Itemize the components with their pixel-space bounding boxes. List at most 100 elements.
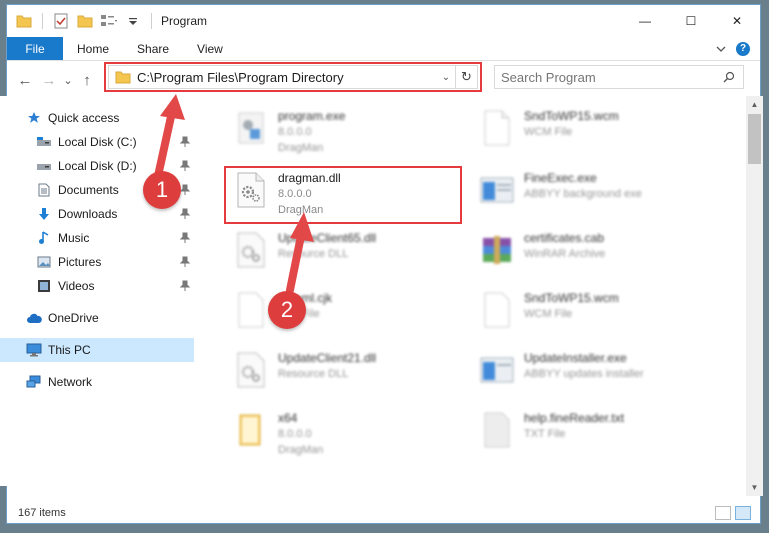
file-item[interactable]: UpdateInstaller.exe ABBYY updates instal…: [476, 348, 716, 400]
properties-icon[interactable]: [50, 10, 72, 32]
sidebar-item-pictures[interactable]: Pictures: [0, 250, 194, 274]
file-type: WinRAR Archive: [524, 248, 606, 260]
title-bar: Program — ☐ ✕: [7, 5, 760, 37]
quick-access-toolbar: [7, 10, 157, 32]
music-icon: [36, 230, 52, 246]
sidebar-item-videos[interactable]: Videos: [0, 274, 194, 298]
pin-icon[interactable]: [179, 280, 191, 292]
file-item[interactable]: SndToWP15.wcm WCM File: [476, 106, 716, 158]
folder-icon[interactable]: [13, 10, 35, 32]
pin-icon[interactable]: [179, 256, 191, 268]
file-item[interactable]: UpdateClient21.dll Resource DLL: [230, 348, 470, 400]
dll-gear-icon: [230, 348, 272, 392]
sidebar-item-music[interactable]: Music: [0, 226, 194, 250]
videos-icon: [36, 278, 52, 294]
file-name: certificates.cab: [524, 231, 605, 245]
file-name: UpdateClient65.dll: [278, 231, 377, 245]
file-type: Resource DLL: [278, 368, 349, 380]
pin-icon[interactable]: [179, 232, 191, 244]
window-title: Program: [161, 14, 208, 28]
window-app-icon: [476, 168, 518, 212]
scroll-up-icon[interactable]: ▲: [746, 96, 763, 113]
tab-share[interactable]: Share: [123, 37, 183, 60]
scroll-thumb[interactable]: [748, 114, 761, 164]
file-item[interactable]: UpdateClient65.dll Resource DLL: [230, 228, 470, 280]
ribbon-right-controls: ?: [716, 37, 760, 60]
sidebar-item-label: Downloads: [58, 207, 118, 221]
file-type: WCM File: [524, 126, 573, 138]
toolbar-divider: [42, 13, 43, 29]
pin-icon[interactable]: [179, 160, 191, 172]
file-item[interactable]: x64 8.0.0.0 DragMan: [230, 408, 470, 460]
status-bar: 167 items: [6, 502, 761, 524]
pin-icon[interactable]: [179, 208, 191, 220]
file-version: 8.0.0.0: [278, 126, 312, 138]
vertical-scrollbar[interactable]: ▲ ▼: [746, 96, 763, 496]
forward-button[interactable]: →: [37, 68, 61, 92]
sidebar-item-label: Quick access: [48, 111, 120, 125]
sidebar-item-network[interactable]: Network: [0, 370, 194, 394]
search-box[interactable]: [494, 65, 744, 89]
computer-icon: [26, 342, 42, 358]
back-button[interactable]: ←: [13, 68, 37, 92]
drive-icon: [36, 134, 52, 150]
maximize-button[interactable]: ☐: [668, 5, 714, 37]
recent-locations-button[interactable]: ⌄: [61, 68, 75, 92]
file-item[interactable]: FineExec.exe ABBYY background exe: [476, 168, 716, 220]
file-item[interactable]: help.fineReader.txt TXT File: [476, 408, 716, 460]
network-icon: [26, 374, 42, 390]
customize-qat-icon[interactable]: [122, 10, 144, 32]
file-item[interactable]: certificates.cab WinRAR Archive: [476, 228, 716, 280]
sidebar-item-local-disk-c[interactable]: Local Disk (C:): [0, 130, 194, 154]
sidebar-item-label: This PC: [48, 343, 91, 357]
file-type: WCM File: [524, 308, 573, 320]
tab-view[interactable]: View: [183, 37, 237, 60]
toolbar-divider: [151, 13, 152, 29]
item-count: 167 items: [18, 507, 66, 519]
tab-home[interactable]: Home: [63, 37, 123, 60]
file-item[interactable]: program.exe 8.0.0.0 DragMan: [230, 106, 470, 158]
tiles-view-icon[interactable]: [735, 506, 751, 520]
file-company: DragMan: [278, 444, 324, 456]
file-name: SndToWP15.wcm: [524, 109, 619, 123]
cloud-icon: [26, 310, 42, 326]
scroll-down-icon[interactable]: ▼: [746, 479, 763, 496]
downloads-icon: [36, 206, 52, 222]
file-name: help.fineReader.txt: [524, 411, 625, 425]
sidebar-item-label: Videos: [58, 279, 95, 293]
file-name: x64: [278, 411, 298, 425]
minimize-button[interactable]: —: [622, 5, 668, 37]
sidebar-item-onedrive[interactable]: OneDrive: [0, 306, 194, 330]
file-version: 8.0.0.0: [278, 428, 312, 440]
pin-icon[interactable]: [179, 136, 191, 148]
callout-badge-2: 2: [268, 291, 306, 329]
help-icon[interactable]: ?: [736, 41, 750, 56]
sidebar-item-this-pc[interactable]: This PC: [0, 338, 194, 362]
customize-view-icon[interactable]: [98, 10, 120, 32]
exe-icon: [230, 106, 272, 150]
pin-icon[interactable]: [179, 184, 191, 196]
archive-icon: [476, 228, 518, 272]
up-button[interactable]: ↑: [75, 68, 99, 92]
new-folder-icon[interactable]: [74, 10, 96, 32]
tab-file[interactable]: File: [7, 37, 63, 60]
file-item[interactable]: hmeml.cjk CJK File: [230, 288, 470, 340]
address-highlight-box: [104, 62, 482, 92]
search-icon[interactable]: [723, 71, 735, 83]
file-name: UpdateInstaller.exe: [524, 351, 627, 365]
documents-icon: [36, 182, 52, 198]
window-app-icon: [476, 348, 518, 392]
chevron-down-icon[interactable]: [716, 42, 726, 56]
sidebar-item-label: Local Disk (D:): [58, 159, 137, 173]
file-name: FineExec.exe: [524, 171, 597, 185]
view-toggle-group: [715, 506, 761, 520]
details-view-icon[interactable]: [715, 506, 731, 520]
search-input[interactable]: [495, 69, 715, 85]
sidebar-item-quick-access[interactable]: Quick access: [0, 106, 194, 130]
close-button[interactable]: ✕: [714, 5, 760, 37]
sidebar-item-label: Pictures: [58, 255, 102, 269]
file-item[interactable]: SndToWP15.wcm WCM File: [476, 288, 716, 340]
file-name: program.exe: [278, 109, 346, 123]
ribbon-tabs: File Home Share View ?: [7, 37, 760, 61]
file-name: SndToWP15.wcm: [524, 291, 619, 305]
